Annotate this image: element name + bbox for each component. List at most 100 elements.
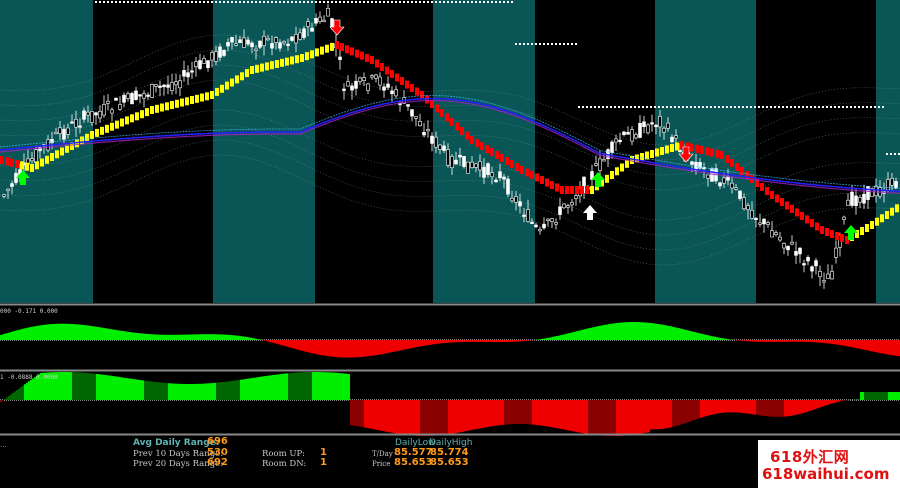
indicator-2-bar xyxy=(318,372,320,400)
indicator-2-bar xyxy=(432,400,434,436)
indicator-2-bar xyxy=(224,381,226,400)
indicator-2-bar xyxy=(614,400,616,436)
indicator-1-bar xyxy=(572,332,574,340)
indicator-1-bar xyxy=(300,340,302,351)
indicator-1-bar xyxy=(246,337,248,340)
indicator-1-bar xyxy=(524,340,526,341)
indicator-1-bar xyxy=(308,340,310,353)
indicator-2-bar xyxy=(864,392,866,400)
candle-body xyxy=(290,36,294,41)
candle-body xyxy=(326,8,330,17)
indicator-1-bar xyxy=(744,340,746,341)
indicator-1-bar xyxy=(4,333,6,340)
candle-body xyxy=(378,76,382,86)
indicator-2-bar xyxy=(796,400,798,415)
indicator-1-bar xyxy=(74,324,76,340)
indicator-2-bar xyxy=(552,400,554,428)
indicator-1-bar xyxy=(800,340,802,342)
indicator-1-bar xyxy=(144,333,146,340)
indicator-2-bar xyxy=(194,383,196,400)
candle-body xyxy=(618,139,622,142)
indicator-2-bar xyxy=(426,400,428,436)
indicator-2-bar xyxy=(774,400,776,417)
indicator-2-bar xyxy=(626,400,628,436)
prev20-range-value: 692 xyxy=(207,457,228,468)
indicator-1-bar xyxy=(190,334,192,340)
indicator-1-bar xyxy=(622,322,624,340)
indicator-1-bar xyxy=(2,334,4,340)
indicator-1-bar xyxy=(94,326,96,340)
indicator-2-bar xyxy=(498,400,500,426)
trend-band-block xyxy=(55,150,59,159)
indicator-2-bar xyxy=(466,400,468,431)
trend-band-block xyxy=(5,157,9,166)
candle-body xyxy=(738,190,742,199)
indicator-1-bar xyxy=(820,340,822,343)
price-label: Price xyxy=(372,460,391,468)
indicator-window-1-histogram[interactable] xyxy=(0,322,900,358)
indicator-2-bar xyxy=(788,400,790,417)
indicator-1-bar xyxy=(888,340,890,355)
candle-body xyxy=(218,46,222,58)
indicator-1-bar xyxy=(364,340,366,357)
candle-body xyxy=(470,161,474,168)
indicator-1-bar xyxy=(212,334,214,340)
candle-body xyxy=(318,16,322,22)
trend-band-block xyxy=(505,157,509,165)
indicator-1-bar xyxy=(766,340,768,342)
trend-band-block xyxy=(500,154,504,162)
trend-band-block xyxy=(510,160,514,168)
indicator-1-bar xyxy=(24,328,26,340)
indicator-2-bar xyxy=(418,400,420,436)
indicator-2-bar xyxy=(182,383,184,400)
indicator-2-bar xyxy=(670,400,672,428)
indicator-1-bar xyxy=(476,340,478,342)
candle-body xyxy=(814,260,818,267)
indicator-2-bar xyxy=(136,379,138,400)
candle-body xyxy=(274,37,278,43)
indicator-1-bar xyxy=(740,340,742,341)
indicator-2-bar xyxy=(14,391,16,400)
indicator-1-bar xyxy=(604,324,606,340)
trading-chart-window[interactable]: 000 -0.171 0.000 1 -0.0888 0.0000 ... Av… xyxy=(0,0,900,488)
avg-daily-range-value: 696 xyxy=(207,436,228,447)
indicator-2-bar xyxy=(150,381,152,400)
indicator-2-bar xyxy=(780,400,782,417)
indicator-1-bar xyxy=(876,340,878,353)
indicator-2-bar xyxy=(562,400,564,430)
trend-band-block xyxy=(310,50,314,59)
indicator-2-bar xyxy=(94,373,96,400)
indicator-2-bar xyxy=(830,400,832,404)
candle-body xyxy=(546,218,550,221)
candle-body xyxy=(706,174,710,179)
indicator-1-bar xyxy=(678,328,680,340)
indicator-2-bar xyxy=(58,372,60,400)
indicator-1-bar xyxy=(612,323,614,340)
indicator-2-bar xyxy=(710,400,712,415)
indicator-1-bar xyxy=(718,337,720,340)
indicator-1-bar xyxy=(30,327,32,340)
indicator-window-2-histogram[interactable] xyxy=(0,372,900,436)
indicator-2-bar xyxy=(346,373,348,400)
indicator-1-bar xyxy=(102,327,104,340)
indicator-2-bar xyxy=(300,372,302,400)
indicator-1-bar xyxy=(234,335,236,340)
indicator-2-bar xyxy=(600,400,602,436)
indicator-2-bar xyxy=(650,400,652,430)
trend-band-block xyxy=(165,102,169,111)
trend-band-block xyxy=(235,75,239,84)
indicator-2-bar xyxy=(688,400,690,422)
indicator-2-bar xyxy=(24,384,26,400)
trend-band-block xyxy=(85,133,89,142)
indicator-1-bar xyxy=(894,340,896,356)
indicator-2-bar xyxy=(638,400,640,434)
indicator-1-bar xyxy=(496,340,498,343)
price-chart-canvas[interactable] xyxy=(0,0,900,488)
indicator-2-bar xyxy=(760,400,762,416)
indicator-1-bar xyxy=(236,335,238,340)
indicator-2-bar xyxy=(564,400,566,430)
indicator-1-bar xyxy=(456,340,458,343)
trend-band-block xyxy=(840,234,844,242)
indicator-2-bar xyxy=(458,400,460,433)
candle-body xyxy=(406,104,410,107)
